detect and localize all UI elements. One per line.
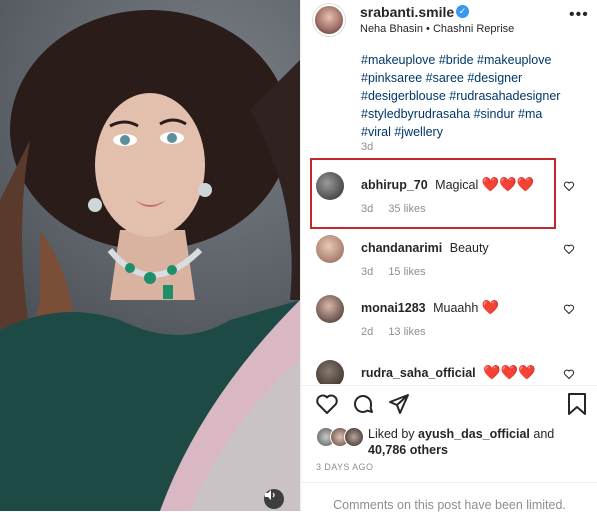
and-label: and [533,427,555,441]
comment-meta: 3d 15 likes [361,266,438,278]
portrait-image [0,10,300,511]
comment-body: Muaahh [433,301,479,315]
comment-text: rudra_saha_official ❤️❤️❤️ [361,364,535,381]
hashtag-line[interactable]: #styledbyrudrasaha #sindur #ma [361,105,593,123]
author-avatar[interactable] [313,4,345,36]
liked-by-user[interactable]: ayush_das_official [418,427,530,441]
post-details-panel: srabanti.smile ✓ Neha Bhasin • Chashni R… [300,0,597,512]
post-photo[interactable] [0,0,300,511]
hashtag-line[interactable]: #viral #jwellery [361,123,593,141]
hashtag-line[interactable]: #pinksaree #saree #designer [361,69,593,87]
comment-item: chandanarimi Beauty 3d 15 likes [301,235,597,295]
highlight-box [310,158,556,229]
heart-outline-icon [563,181,575,192]
commenter-avatar[interactable] [316,295,344,323]
commenter-username[interactable]: rudra_saha_official [361,366,476,380]
liker-avatar [344,427,364,447]
commenter-avatar[interactable] [316,360,344,384]
heart-outline-icon [563,369,575,380]
paper-plane-icon [389,394,409,414]
caption-timestamp[interactable]: 3d [361,141,373,153]
comment-like-button[interactable] [563,243,575,258]
heart-outline-icon [563,304,575,315]
divider [301,385,597,386]
heart-emoji: ❤️❤️❤️ [483,364,536,380]
post-actions-bar [301,392,597,422]
likes-text: Liked by ayush_das_official and 40,786 o… [368,426,578,458]
more-options-icon[interactable]: ••• [569,6,589,24]
share-button[interactable] [387,392,411,421]
sound-toggle-button[interactable] [264,489,284,509]
heart-emoji: ❤️ [481,299,500,315]
hashtag-line[interactable]: #desigerblouse #rudrasahadesigner [361,87,593,105]
verified-badge-icon: ✓ [456,5,469,18]
like-button[interactable] [315,392,339,421]
speaker-icon [265,490,275,500]
comment-age[interactable]: 3d [361,266,373,278]
post-timestamp[interactable]: 3 DAYS AGO [316,462,373,472]
comment-likes[interactable]: 15 likes [388,266,425,278]
commenter-username[interactable]: chandanarimi [361,241,442,255]
comment-item: monai1283 Muaahh ❤️ 2d 13 likes [301,295,597,355]
comment-like-button[interactable] [563,180,575,195]
others-count[interactable]: 40,786 others [368,443,448,457]
comment-button[interactable] [351,392,375,421]
comment-text: chandanarimi Beauty [361,239,489,255]
save-button[interactable] [566,392,588,421]
audio-track-link[interactable]: Neha Bhasin • Chashni Reprise [360,23,514,35]
hashtag-line[interactable]: #makeuplove #bride #makeuplove [361,51,593,69]
liked-by-label: Liked by [368,427,415,441]
comment-like-button[interactable] [563,368,575,383]
instagram-post-modal: srabanti.smile ✓ Neha Bhasin • Chashni R… [0,0,597,512]
heart-outline-icon [316,394,338,414]
comment-body: Beauty [449,241,489,255]
comment-age[interactable]: 2d [361,326,373,338]
commenter-avatar[interactable] [316,235,344,263]
comment-text: monai1283 Muaahh ❤️ [361,299,499,316]
comments-limited-notice: Comments on this post have been limited. [333,498,566,512]
bookmark-icon [568,393,586,415]
divider [301,482,597,483]
comment-like-button[interactable] [563,303,575,318]
post-caption: #makeuplove #bride #makeuplove #pinksare… [361,51,593,141]
commenter-username[interactable]: monai1283 [361,301,426,315]
comment-meta: 2d 13 likes [361,326,438,338]
comment-item: rudra_saha_official ❤️❤️❤️ [301,360,597,384]
likes-summary: Liked by ayush_das_official and 40,786 o… [301,423,597,457]
post-header: srabanti.smile ✓ Neha Bhasin • Chashni R… [301,0,597,40]
comment-likes[interactable]: 13 likes [388,326,425,338]
liker-avatars[interactable] [316,427,366,447]
heart-outline-icon [563,244,575,255]
author-username[interactable]: srabanti.smile [360,4,454,20]
comment-icon [354,395,373,413]
